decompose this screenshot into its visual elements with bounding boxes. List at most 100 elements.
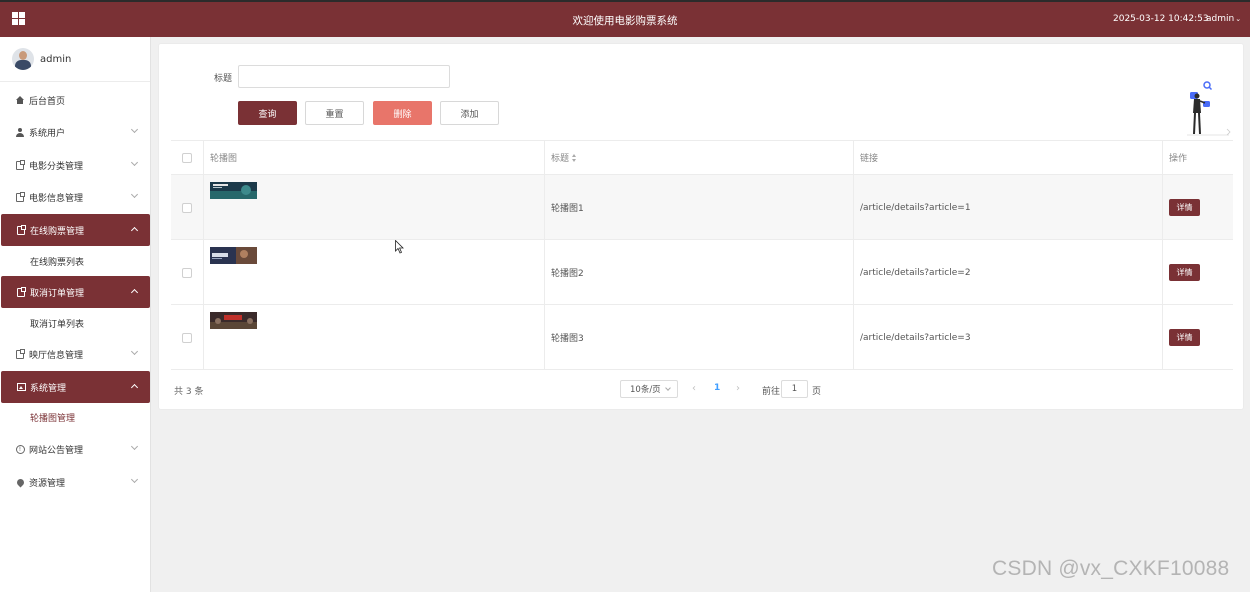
- sidebar-item-online-tickets[interactable]: 在线购票管理: [1, 214, 150, 246]
- row-checkbox-cell: [171, 305, 204, 370]
- carousel-thumbnail-2[interactable]: [210, 247, 257, 264]
- carousel-thumbnail-1[interactable]: [210, 182, 257, 199]
- goto-label: 前往: [762, 387, 781, 397]
- sidebar-subitem-cancel-order-list[interactable]: 取消订单列表: [0, 308, 150, 338]
- sidebar-item-label: 电影信息管理: [29, 193, 84, 204]
- person-illustration: [1187, 81, 1231, 136]
- column-header-link: 链接: [854, 141, 1163, 175]
- search-label: 标题: [214, 74, 233, 84]
- sidebar-item-home[interactable]: 后台首页: [0, 84, 150, 116]
- link-cell: /article/details?article=2: [854, 240, 1163, 305]
- prev-page-icon[interactable]: ‹: [692, 383, 696, 394]
- sidebar-item-label: 系统用户: [29, 128, 66, 139]
- sort-icon[interactable]: [572, 153, 577, 162]
- carousel-image-cell: [204, 305, 545, 370]
- sidebar-subitem-online-ticket-list[interactable]: 在线购票列表: [0, 246, 150, 276]
- mouse-cursor-icon: [395, 240, 404, 254]
- detail-button[interactable]: 详情: [1169, 264, 1200, 281]
- title-cell: 轮播图2: [545, 240, 854, 305]
- table-row: 轮播图2 /article/details?article=2 详情: [171, 240, 1233, 305]
- link-cell: /article/details?article=1: [854, 175, 1163, 240]
- sidebar-item-hall-info[interactable]: 映厅信息管理: [0, 338, 150, 370]
- page-number-current[interactable]: 1: [714, 383, 720, 393]
- table-header-checkbox-cell: [171, 141, 204, 175]
- row-checkbox-cell: [171, 240, 204, 305]
- watermark-text: CSDN @vx_CXKF10088: [992, 557, 1230, 580]
- document-icon: [15, 191, 25, 202]
- header-datetime: 2025-03-12 10:42:53: [1113, 14, 1209, 24]
- info-icon: !: [15, 444, 25, 454]
- sidebar-profile: admin: [0, 37, 150, 82]
- chevron-down-icon: [130, 158, 139, 167]
- column-header-title[interactable]: 标题: [545, 141, 854, 175]
- row-checkbox[interactable]: [182, 267, 192, 278]
- column-header-label: 标题: [551, 154, 570, 164]
- page-unit-label: 页: [812, 387, 822, 397]
- table-row: 轮播图3 /article/details?article=3 详情: [171, 305, 1233, 370]
- page-size-select[interactable]: 10条/页: [620, 380, 678, 398]
- avatar: [12, 48, 34, 70]
- title-search-input[interactable]: [238, 65, 450, 88]
- chevron-down-icon: [130, 125, 139, 134]
- detail-button[interactable]: 详情: [1169, 329, 1200, 346]
- carousel-thumbnail-3[interactable]: [210, 312, 257, 329]
- sidebar-item-system-users[interactable]: 系统用户: [0, 116, 150, 148]
- row-checkbox-cell: [171, 175, 204, 240]
- app-title: 欢迎使用电影购票系统: [572, 15, 678, 27]
- delete-button[interactable]: 删除: [373, 101, 432, 125]
- column-header-carousel: 轮播图: [204, 141, 545, 175]
- location-icon: [15, 477, 25, 487]
- sidebar-item-resources[interactable]: 资源管理: [0, 466, 150, 498]
- top-bar: 欢迎使用电影购票系统 2025-03-12 10:42:53 admin⌄: [0, 0, 1250, 37]
- document-icon: [15, 159, 25, 170]
- carousel-image-cell: [204, 240, 545, 305]
- chevron-down-icon: [130, 442, 139, 451]
- carousel-table: 轮播图 标题 链接 操作 轮播图1 /article/details?artic…: [171, 140, 1233, 370]
- sidebar-item-label: 系统管理: [30, 383, 67, 394]
- column-header-label: 轮播图: [210, 154, 238, 164]
- query-button[interactable]: 查询: [238, 101, 297, 125]
- sidebar-subitem-carousel-management[interactable]: 轮播图管理: [0, 402, 150, 432]
- sidebar: admin 后台首页 系统用户 电影分类管理 电影信息管理 在线购票管理 在线购…: [0, 37, 151, 592]
- pagination-total: 共 3 条: [174, 387, 204, 397]
- actions-cell: 详情: [1163, 175, 1233, 240]
- next-page-icon[interactable]: ›: [736, 383, 740, 394]
- sidebar-item-label: 后台首页: [29, 96, 66, 107]
- row-checkbox[interactable]: [182, 202, 192, 213]
- sidebar-item-label: 映厅信息管理: [29, 350, 84, 361]
- home-icon: [15, 95, 25, 105]
- sidebar-item-label: 在线购票管理: [30, 226, 85, 237]
- user-menu[interactable]: admin⌄: [1206, 14, 1241, 24]
- row-checkbox[interactable]: [182, 332, 192, 343]
- chevron-down-icon: ⌄: [1235, 15, 1242, 23]
- select-all-checkbox[interactable]: [182, 152, 192, 163]
- sidebar-item-label: 取消订单管理: [30, 288, 85, 299]
- profile-name: admin: [40, 54, 72, 65]
- goto-page-input[interactable]: [781, 380, 808, 398]
- chevron-down-icon: [665, 385, 671, 391]
- actions-cell: 详情: [1163, 305, 1233, 370]
- chevron-up-icon: [130, 288, 139, 297]
- detail-button[interactable]: 详情: [1169, 199, 1200, 216]
- sidebar-item-movie-info[interactable]: 电影信息管理: [0, 181, 150, 213]
- sidebar-item-movie-category[interactable]: 电影分类管理: [0, 149, 150, 181]
- sidebar-item-cancel-orders[interactable]: 取消订单管理: [1, 276, 150, 308]
- column-header-label: 链接: [860, 154, 879, 164]
- title-cell: 轮播图1: [545, 175, 854, 240]
- sidebar-item-announcements[interactable]: ! 网站公告管理: [0, 433, 150, 465]
- title-cell: 轮播图3: [545, 305, 854, 370]
- chevron-down-icon: [130, 190, 139, 199]
- sidebar-item-label: 资源管理: [29, 478, 66, 489]
- column-header-label: 操作: [1169, 154, 1188, 164]
- actions-cell: 详情: [1163, 240, 1233, 305]
- main-panel: 标题 查询 重置 删除 添加 轮播图 标题 链接 操作 轮播图1 /articl…: [158, 43, 1244, 410]
- chevron-up-icon: [130, 226, 139, 235]
- picture-icon: [16, 382, 26, 392]
- user-icon: [15, 127, 25, 137]
- chevron-up-icon: [130, 383, 139, 392]
- reset-button[interactable]: 重置: [305, 101, 364, 125]
- sidebar-item-system-management[interactable]: 系统管理: [1, 371, 150, 403]
- add-button[interactable]: 添加: [440, 101, 499, 125]
- sidebar-item-label: 电影分类管理: [29, 161, 84, 172]
- carousel-image-cell: [204, 175, 545, 240]
